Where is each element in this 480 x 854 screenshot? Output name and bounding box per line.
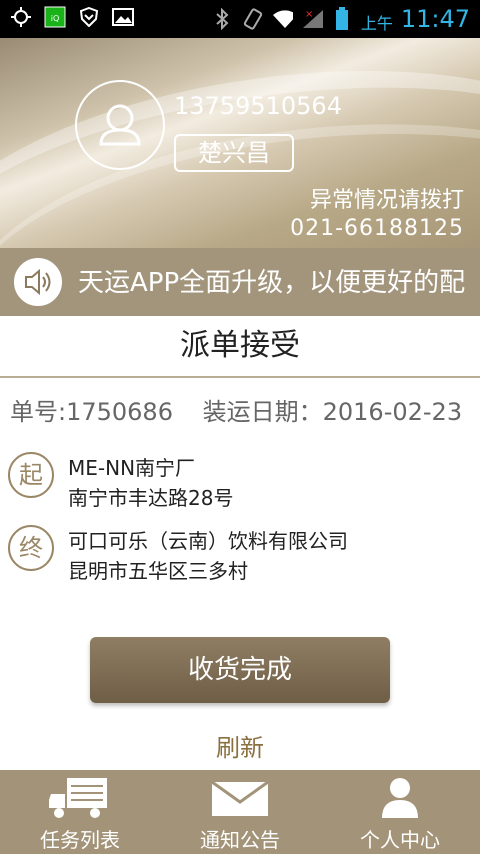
bluetooth-icon: [211, 8, 233, 30]
ship-date: 装运日期：2016-02-23: [202, 398, 463, 426]
status-bar: iQ × 上午 11:47: [0, 0, 480, 38]
profile-header: 13759510564 楚兴昌 异常情况请拨打 021-66188125: [0, 38, 480, 248]
person-icon: [99, 104, 141, 146]
tab-notices[interactable]: 通知公告: [160, 770, 320, 854]
truck-icon: [47, 776, 113, 824]
gps-icon: [10, 6, 32, 28]
image-icon: [112, 6, 134, 28]
notice-text: 天运APP全面升级，以便更好的配: [78, 268, 466, 298]
divider: [0, 376, 480, 378]
signal-icon: ×: [301, 8, 323, 30]
tab-label: 个人中心: [360, 828, 440, 852]
page-title: 派单接受: [180, 328, 300, 363]
start-name: ME-NN南宁厂: [68, 456, 196, 480]
order-info: 单号:1750686 装运日期：2016-02-23: [10, 392, 480, 427]
tab-task-list[interactable]: 任务列表: [0, 770, 160, 854]
notice-banner: 天运APP全面升级，以便更好的配: [0, 248, 480, 316]
user-phone: 13759510564: [174, 92, 342, 120]
status-time: 11:47: [400, 5, 470, 33]
iqiyi-icon: iQ: [44, 6, 66, 28]
refresh-link[interactable]: 刷新: [0, 728, 480, 763]
complete-button[interactable]: 收货完成: [90, 637, 390, 703]
speaker-icon: [14, 258, 62, 306]
bottom-tab-bar: 任务列表 通知公告 个人中心: [0, 770, 480, 854]
start-location: 起 ME-NN南宁厂 南宁市丰达路28号: [8, 452, 478, 516]
hotline-label: 异常情况请拨打: [309, 188, 464, 213]
end-name: 可口可乐（云南）饮料有限公司: [68, 529, 348, 553]
user-name: 楚兴昌: [174, 134, 294, 172]
shield-icon: [78, 6, 100, 28]
svg-text:iQ: iQ: [51, 14, 60, 23]
avatar[interactable]: [75, 80, 165, 170]
wifi-icon: [271, 8, 293, 30]
tab-label: 任务列表: [40, 828, 120, 852]
person-icon: [378, 776, 422, 824]
vibrate-icon: [241, 8, 263, 30]
end-badge: 终: [8, 525, 54, 571]
tab-label: 通知公告: [200, 828, 280, 852]
end-address: 昆明市五华区三多村: [68, 559, 248, 583]
end-location: 终 可口可乐（云南）饮料有限公司 昆明市五华区三多村: [8, 525, 478, 589]
hotline-number[interactable]: 021-66188125: [290, 216, 464, 241]
svg-text:×: ×: [305, 9, 313, 20]
start-badge: 起: [8, 452, 54, 498]
tab-personal-center[interactable]: 个人中心: [320, 770, 480, 854]
envelope-icon: [210, 776, 270, 824]
battery-icon: [331, 7, 353, 30]
order-number: 单号:1750686: [10, 398, 173, 426]
start-address: 南宁市丰达路28号: [68, 486, 234, 510]
status-ampm: 上午: [360, 14, 393, 33]
